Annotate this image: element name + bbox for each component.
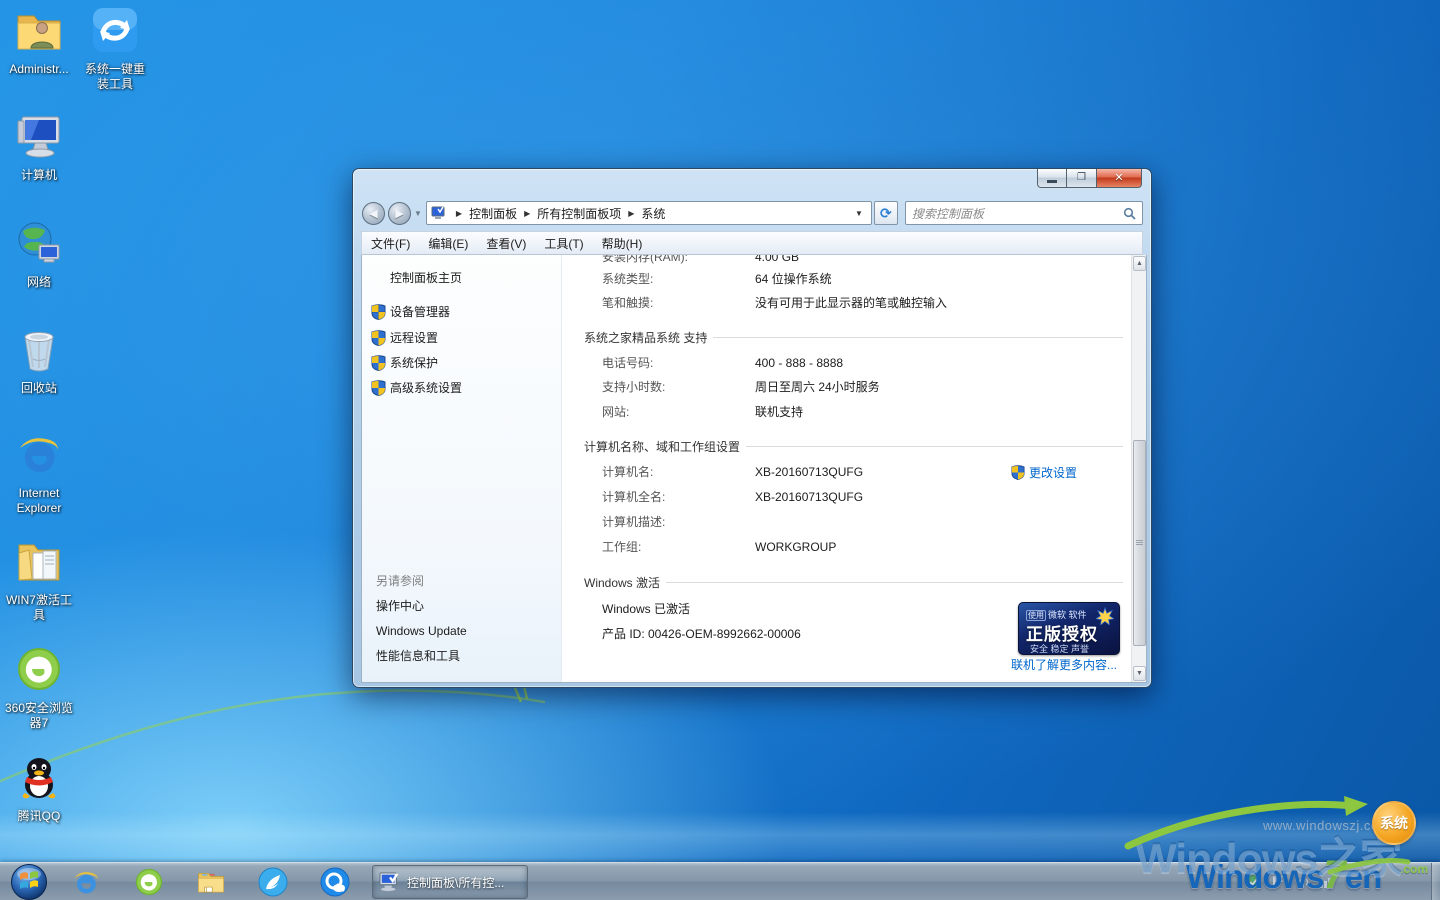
menu-help[interactable]: 帮助(H): [593, 235, 652, 252]
sidebar-item-action-center[interactable]: 操作中心: [376, 596, 424, 616]
icon-label: 腾讯QQ: [0, 809, 78, 824]
system-window: ▬ ❐ ✕ ◀ ▶ ▼ ▶ 控制面板 ▶ 所有控制面板项 ▶ 系统 ▼: [352, 168, 1152, 688]
sidebar-item-performance-tools[interactable]: 性能信息和工具: [376, 646, 460, 666]
recycle-bin-icon: [15, 325, 63, 373]
icon-label: 网络: [0, 275, 78, 290]
uac-shield-icon: [371, 330, 386, 346]
search-placeholder: 搜索控制面板: [912, 205, 1123, 222]
qq-penguin-icon: [15, 753, 63, 801]
taskbar-browser-feather-icon[interactable]: [257, 866, 289, 898]
breadcrumb-arrow: ▶: [517, 209, 537, 218]
reinstall-tool-icon: [91, 6, 139, 54]
icon-label: Administr...: [0, 62, 78, 77]
vertical-scrollbar[interactable]: ▲ ▼: [1131, 255, 1146, 682]
desktop-icon-recycle-bin[interactable]: 回收站: [0, 325, 78, 396]
menu-bar: 文件(F) 编辑(E) 查看(V) 工具(T) 帮助(H): [361, 231, 1143, 255]
sidebar-item-system-protection[interactable]: 系统保护: [390, 353, 438, 373]
maximize-button[interactable]: ❐: [1067, 169, 1097, 188]
genuine-star-icon: [1096, 607, 1114, 625]
menu-view[interactable]: 查看(V): [477, 235, 535, 252]
uac-shield-icon: [1011, 465, 1025, 480]
desktop-icon-system-reinstall-tool[interactable]: 系统一键重 装工具: [76, 6, 154, 92]
address-bar[interactable]: ▶ 控制面板 ▶ 所有控制面板项 ▶ 系统 ▼: [426, 201, 872, 225]
icon-label: 回收站: [0, 381, 78, 396]
icon-label: Internet Explorer: [0, 486, 78, 516]
desktop-icon-360-browser[interactable]: 360安全浏览 器7: [0, 645, 78, 731]
menu-file[interactable]: 文件(F): [362, 235, 419, 252]
support-section-header: 系统之家精品系统 支持: [584, 327, 1123, 347]
scrollbar-thumb[interactable]: [1133, 440, 1146, 646]
taskbar-active-task[interactable]: 控制面板\所有控...: [372, 865, 528, 899]
activation-tool-folder-icon: [15, 537, 63, 585]
computer-name-section-header: 计算机名称、域和工作组设置: [584, 436, 1123, 456]
show-desktop-button[interactable]: [1431, 863, 1440, 900]
uac-shield-icon: [371, 355, 386, 371]
desktop-icon-tencent-qq[interactable]: 腾讯QQ: [0, 753, 78, 824]
sidebar-item-windows-update[interactable]: Windows Update: [376, 621, 467, 641]
menu-tools[interactable]: 工具(T): [535, 235, 592, 252]
close-button[interactable]: ✕: [1097, 169, 1142, 188]
search-input[interactable]: 搜索控制面板: [905, 201, 1143, 225]
sidebar-item-advanced-settings[interactable]: 高级系统设置: [390, 378, 462, 398]
desktop: Administr... 系统一键重 装工具 计算机: [0, 0, 1440, 900]
taskbar-internet-explorer-icon[interactable]: [70, 866, 102, 898]
minimize-button[interactable]: ▬: [1037, 169, 1067, 188]
taskbar-qq-browser-icon[interactable]: [319, 866, 351, 898]
active-task-icon: [379, 872, 401, 892]
menu-edit[interactable]: 编辑(E): [419, 235, 477, 252]
caption-buttons: ▬ ❐ ✕: [1037, 169, 1142, 188]
icon-label: 计算机: [0, 168, 78, 183]
address-dropdown-arrow[interactable]: ▼: [846, 209, 871, 218]
sidebar-item-remote-settings[interactable]: 远程设置: [390, 328, 438, 348]
desktop-icon-computer[interactable]: 计算机: [0, 112, 78, 183]
breadcrumb-arrow: ▶: [621, 209, 641, 218]
scroll-down-arrow[interactable]: ▼: [1133, 666, 1146, 681]
forward-button[interactable]: ▶: [388, 202, 411, 225]
system-page-icon: [431, 206, 447, 220]
breadcrumb-system[interactable]: 系统: [641, 205, 665, 222]
activation-section-header: Windows 激活: [584, 572, 1123, 592]
desktop-icon-administrator[interactable]: Administr...: [0, 6, 78, 77]
sidebar-item-device-manager[interactable]: 设备管理器: [390, 302, 450, 322]
icon-label: 系统一键重 装工具: [76, 62, 154, 92]
icon-label: 360安全浏览 器7: [0, 701, 78, 731]
see-also-header: 另请参阅: [376, 571, 424, 591]
breadcrumb-all-items[interactable]: 所有控制面板项: [537, 205, 621, 222]
user-folder-icon: [15, 6, 63, 54]
address-toolbar: ◀ ▶ ▼ ▶ 控制面板 ▶ 所有控制面板项 ▶ 系统 ▼ ⟳ 搜索控制面: [353, 197, 1151, 229]
recent-pages-chevron[interactable]: ▼: [414, 209, 422, 218]
refresh-button[interactable]: ⟳: [874, 201, 898, 225]
active-task-label: 控制面板\所有控...: [407, 874, 504, 891]
genuine-software-badge: 使用微软 软件 正版授权 安全 稳定 声誉: [1018, 602, 1120, 655]
sidebar: 控制面板主页 设备管理器 远程设置: [362, 255, 562, 682]
360-browser-icon: [15, 645, 63, 693]
sidebar-home-link[interactable]: 控制面板主页: [390, 268, 462, 288]
icon-label: WIN7激活工 具: [0, 593, 78, 623]
watermark-badge: 系统: [1372, 801, 1416, 845]
uac-shield-icon: [371, 380, 386, 396]
start-button[interactable]: [10, 863, 48, 900]
scroll-up-arrow[interactable]: ▲: [1133, 256, 1146, 271]
taskbar-explorer-icon[interactable]: [195, 866, 227, 898]
taskbar-360-browser-icon[interactable]: [133, 866, 165, 898]
computer-icon: [15, 112, 63, 160]
network-icon: [15, 219, 63, 267]
back-button[interactable]: ◀: [362, 202, 385, 225]
desktop-icon-network[interactable]: 网络: [0, 219, 78, 290]
system-info-panel: 安装内存(RAM): 4.00 GB 系统类型: 64 位操作系统 笔和触摸: …: [562, 255, 1133, 682]
search-icon: [1123, 207, 1136, 220]
desktop-icon-win7-activation-tool[interactable]: WIN7激活工 具: [0, 537, 78, 623]
watermark-url: www.windowszj.com: [1263, 818, 1390, 833]
uac-shield-icon: [371, 304, 386, 320]
desktop-icon-internet-explorer[interactable]: Internet Explorer: [0, 430, 78, 516]
window-body: 控制面板主页 设备管理器 远程设置: [361, 255, 1147, 683]
watermark-brand: Windows之家: [1136, 824, 1401, 886]
watermark-suffix: .com: [1400, 862, 1428, 876]
change-settings-link[interactable]: 更改设置: [1011, 462, 1077, 482]
breadcrumb-arrow: ▶: [449, 209, 469, 218]
breadcrumb-control-panel[interactable]: 控制面板: [469, 205, 517, 222]
learn-more-link[interactable]: 联机了解更多内容...: [1011, 655, 1117, 675]
online-support-link[interactable]: 联机支持: [755, 402, 803, 422]
internet-explorer-icon: [15, 430, 63, 478]
